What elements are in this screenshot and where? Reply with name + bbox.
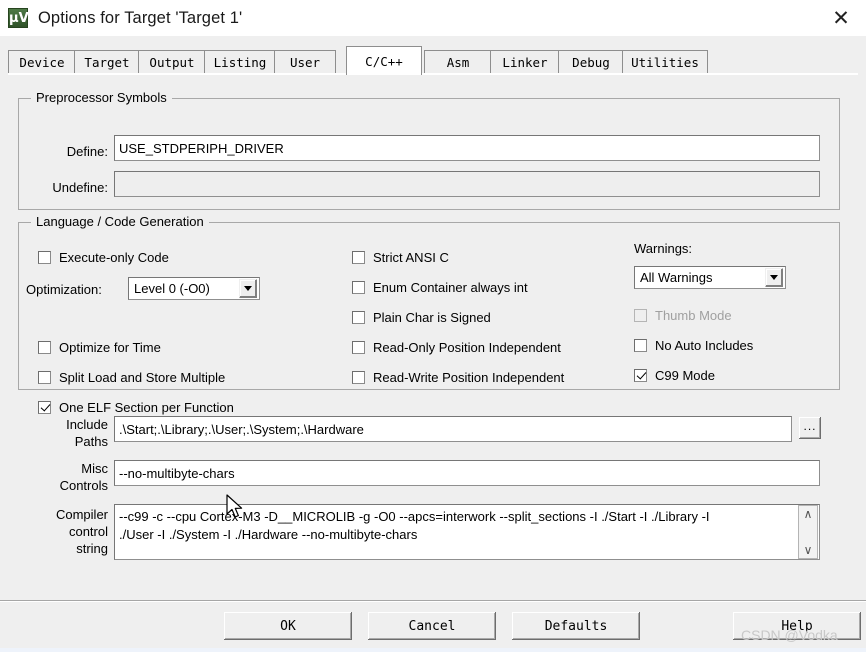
optimization-dropdown[interactable]: Level 0 (-O0): [128, 277, 260, 300]
app-icon-glyph: µV: [9, 11, 29, 26]
no-auto-includes-label: No Auto Includes: [655, 337, 754, 353]
scroll-down-icon[interactable]: ∨: [804, 542, 813, 558]
read-write-position-independent-label: Read-Write Position Independent: [373, 369, 565, 385]
close-icon[interactable]: ✕: [816, 0, 866, 36]
read-only-position-independent-label: Read-Only Position Independent: [373, 339, 561, 355]
tab-c-cpp[interactable]: C/C++: [346, 46, 422, 75]
read-write-position-independent-checkbox-box[interactable]: [352, 370, 365, 384]
one-elf-section-checkbox-box[interactable]: [38, 400, 51, 414]
window-title: Options for Target 'Target 1': [38, 8, 243, 27]
optimize-for-time-label: Optimize for Time: [59, 339, 161, 355]
warnings-dropdown[interactable]: All Warnings: [634, 266, 786, 289]
warnings-selected-value: All Warnings: [640, 270, 713, 285]
checkbox-enum-container-always-int[interactable]: Enum Container always int: [352, 278, 528, 296]
tab-user[interactable]: User: [274, 50, 336, 74]
include-paths-label-line2: Paths: [74, 434, 108, 449]
c99-mode-checkbox-box[interactable]: [634, 368, 647, 382]
execute-only-code-label: Execute-only Code: [59, 249, 169, 265]
title-bar: µV Options for Target 'Target 1' ✕: [0, 0, 866, 36]
compiler-string-scrollbar[interactable]: ∧ ∨: [798, 505, 818, 559]
cancel-button[interactable]: Cancel: [367, 611, 497, 641]
tab-output[interactable]: Output: [138, 50, 206, 74]
ok-button[interactable]: OK: [223, 611, 353, 641]
options-dialog: Device Target Output Listing User C/C++ …: [0, 36, 866, 652]
compiler-label-line3: string: [76, 541, 108, 556]
define-label: Define:: [66, 144, 108, 159]
split-load-store-checkbox-box[interactable]: [38, 370, 51, 384]
tab-linker[interactable]: Linker: [490, 50, 560, 74]
undefine-label: Undefine:: [52, 180, 108, 195]
defaults-button[interactable]: Defaults: [511, 611, 641, 641]
bottom-strip: [0, 648, 866, 652]
tab-strip: Device Target Output Listing User C/C++ …: [8, 46, 858, 75]
plain-char-signed-checkbox-box[interactable]: [352, 310, 365, 324]
compiler-string-line2: ./User -I ./System -I ./Hardware --no-mu…: [119, 527, 418, 542]
optimization-label: Optimization:: [26, 282, 102, 297]
misc-controls-input[interactable]: --no-multibyte-chars: [114, 460, 820, 486]
misc-controls-label: Misc Controls: [18, 460, 108, 494]
compiler-string-line1: --c99 -c --cpu Cortex-M3 -D__MICROLIB -g…: [119, 509, 710, 524]
tab-device[interactable]: Device: [8, 50, 76, 74]
strict-ansi-c-checkbox-box[interactable]: [352, 250, 365, 264]
misc-controls-label-line2: Controls: [59, 478, 108, 493]
execute-only-code-checkbox-box[interactable]: [38, 250, 51, 264]
include-paths-input[interactable]: .\Start;.\Library;.\User;.\System;.\Hard…: [114, 416, 792, 442]
compiler-label-line1: Compiler: [55, 507, 108, 522]
keil-uvision-icon: µV: [8, 8, 29, 28]
tab-utilities[interactable]: Utilities: [622, 50, 708, 74]
checkbox-one-elf-section-per-function[interactable]: One ELF Section per Function: [38, 398, 234, 416]
checkbox-read-only-position-independent[interactable]: Read-Only Position Independent: [352, 338, 561, 356]
undefine-input[interactable]: [114, 171, 820, 197]
compiler-control-string-label: Compiler control string: [8, 506, 108, 557]
misc-controls-label-line1: Misc: [81, 461, 108, 476]
scroll-up-icon[interactable]: ∧: [804, 506, 813, 522]
one-elf-section-label: One ELF Section per Function: [59, 399, 234, 415]
checkbox-optimize-for-time[interactable]: Optimize for Time: [38, 338, 161, 356]
compiler-control-string-textarea[interactable]: --c99 -c --cpu Cortex-M3 -D__MICROLIB -g…: [114, 504, 820, 560]
thumb-mode-label: Thumb Mode: [655, 307, 732, 323]
checkbox-no-auto-includes[interactable]: No Auto Includes: [634, 336, 753, 354]
optimization-selected-value: Level 0 (-O0): [134, 281, 210, 296]
include-paths-label: Include Paths: [18, 416, 108, 450]
tab-strip-underline: [8, 73, 858, 75]
checkbox-thumb-mode[interactable]: Thumb Mode: [634, 306, 732, 324]
read-only-position-independent-checkbox-box[interactable]: [352, 340, 365, 354]
checkbox-plain-char-is-signed[interactable]: Plain Char is Signed: [352, 308, 491, 326]
include-paths-browse-button[interactable]: ...: [798, 416, 822, 440]
footer-separator: [0, 600, 866, 602]
chevron-down-icon[interactable]: [239, 279, 257, 298]
optimize-for-time-checkbox-box[interactable]: [38, 340, 51, 354]
checkbox-read-write-position-independent[interactable]: Read-Write Position Independent: [352, 368, 564, 386]
enum-container-label: Enum Container always int: [373, 279, 528, 295]
c99-mode-label: C99 Mode: [655, 367, 715, 383]
help-button[interactable]: Help: [732, 611, 862, 641]
checkbox-execute-only-code[interactable]: Execute-only Code: [38, 248, 169, 266]
preprocessor-group-legend: Preprocessor Symbols: [31, 90, 172, 105]
include-paths-label-line1: Include: [66, 417, 108, 432]
tab-debug[interactable]: Debug: [558, 50, 624, 74]
strict-ansi-c-label: Strict ANSI C: [373, 249, 449, 265]
plain-char-signed-label: Plain Char is Signed: [373, 309, 491, 325]
checkbox-strict-ansi-c[interactable]: Strict ANSI C: [352, 248, 449, 266]
warnings-label: Warnings:: [634, 241, 693, 256]
tab-target[interactable]: Target: [74, 50, 140, 74]
no-auto-includes-checkbox-box[interactable]: [634, 338, 647, 352]
compiler-label-line2: control: [68, 524, 108, 539]
chevron-down-icon-warnings[interactable]: [765, 268, 783, 287]
checkbox-c99-mode[interactable]: C99 Mode: [634, 366, 715, 384]
split-load-store-label: Split Load and Store Multiple: [59, 369, 226, 385]
tab-listing[interactable]: Listing: [204, 50, 276, 74]
checkbox-split-load-and-store-multiple[interactable]: Split Load and Store Multiple: [38, 368, 225, 386]
define-input[interactable]: USE_STDPERIPH_DRIVER: [114, 135, 820, 161]
enum-container-checkbox-box[interactable]: [352, 280, 365, 294]
language-group-legend: Language / Code Generation: [31, 214, 209, 229]
tab-asm[interactable]: Asm: [424, 50, 492, 74]
thumb-mode-checkbox-box: [634, 308, 647, 322]
